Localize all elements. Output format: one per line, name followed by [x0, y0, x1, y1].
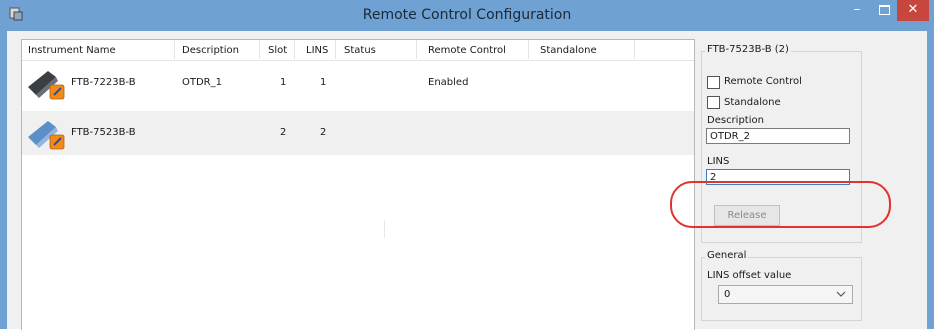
table-row[interactable]: FTB-7223B-B OTDR_1 1 1 Enabled: [22, 61, 694, 105]
standalone-checkbox[interactable]: [707, 96, 720, 109]
lins-offset-select[interactable]: 0: [718, 285, 853, 304]
description-label: Description: [707, 115, 764, 126]
close-button[interactable]: ✕: [897, 0, 929, 21]
instrument-slot: 2: [280, 127, 287, 138]
client-area: Instrument Name Description Slot LINS St…: [7, 31, 927, 330]
instrument-lins: 2: [320, 127, 327, 138]
column-header-description[interactable]: Description: [182, 45, 239, 56]
column-divider: [259, 40, 260, 59]
instrument-list[interactable]: Instrument Name Description Slot LINS St…: [21, 39, 695, 330]
instrument-module-icon: [28, 121, 65, 150]
annotation-highlight: [670, 181, 891, 228]
instrument-module-icon: [28, 71, 65, 100]
description-field[interactable]: OTDR_2: [706, 128, 850, 144]
list-header: Instrument Name Description Slot LINS St…: [22, 40, 694, 61]
divider-line: [384, 220, 385, 238]
instrument-slot: 1: [280, 77, 287, 88]
minimize-button[interactable]: –: [844, 0, 870, 21]
column-divider: [335, 40, 336, 59]
lins-offset-value: 0: [724, 289, 731, 300]
column-header-lins[interactable]: LINS: [306, 45, 328, 56]
column-header-standalone[interactable]: Standalone: [540, 45, 597, 56]
lins-label: LINS: [707, 156, 730, 167]
table-row[interactable]: FTB-7523B-B 2 2: [22, 111, 694, 155]
maximize-icon: [878, 5, 890, 15]
standalone-label: Standalone: [724, 97, 781, 108]
column-header-instrument-name[interactable]: Instrument Name: [28, 45, 116, 56]
maximize-button[interactable]: [871, 0, 897, 21]
window: Remote Control Configuration – ✕ Instrum…: [0, 0, 934, 330]
column-divider: [294, 40, 295, 59]
column-divider: [634, 40, 635, 59]
instrument-remote-control: Enabled: [428, 77, 469, 88]
column-divider: [416, 40, 417, 59]
general-group-title: General: [705, 250, 749, 261]
column-header-remote-control[interactable]: Remote Control: [428, 45, 506, 56]
window-title: Remote Control Configuration: [362, 7, 572, 23]
remote-control-checkbox[interactable]: [707, 76, 720, 89]
column-divider: [174, 40, 175, 59]
instrument-description: OTDR_1: [182, 77, 222, 88]
column-header-slot[interactable]: Slot: [268, 45, 287, 56]
chevron-down-icon: [836, 291, 846, 297]
lins-offset-label: LINS offset value: [707, 270, 792, 281]
instrument-lins: 1: [320, 77, 327, 88]
remote-control-label: Remote Control: [724, 76, 802, 87]
instrument-name: FTB-7523B-B: [71, 127, 136, 138]
column-divider: [528, 40, 529, 59]
title-bar[interactable]: Remote Control Configuration – ✕: [0, 0, 934, 31]
instrument-name: FTB-7223B-B: [71, 77, 136, 88]
column-header-status[interactable]: Status: [344, 45, 376, 56]
instrument-group-title: FTB-7523B-B (2): [705, 44, 791, 55]
